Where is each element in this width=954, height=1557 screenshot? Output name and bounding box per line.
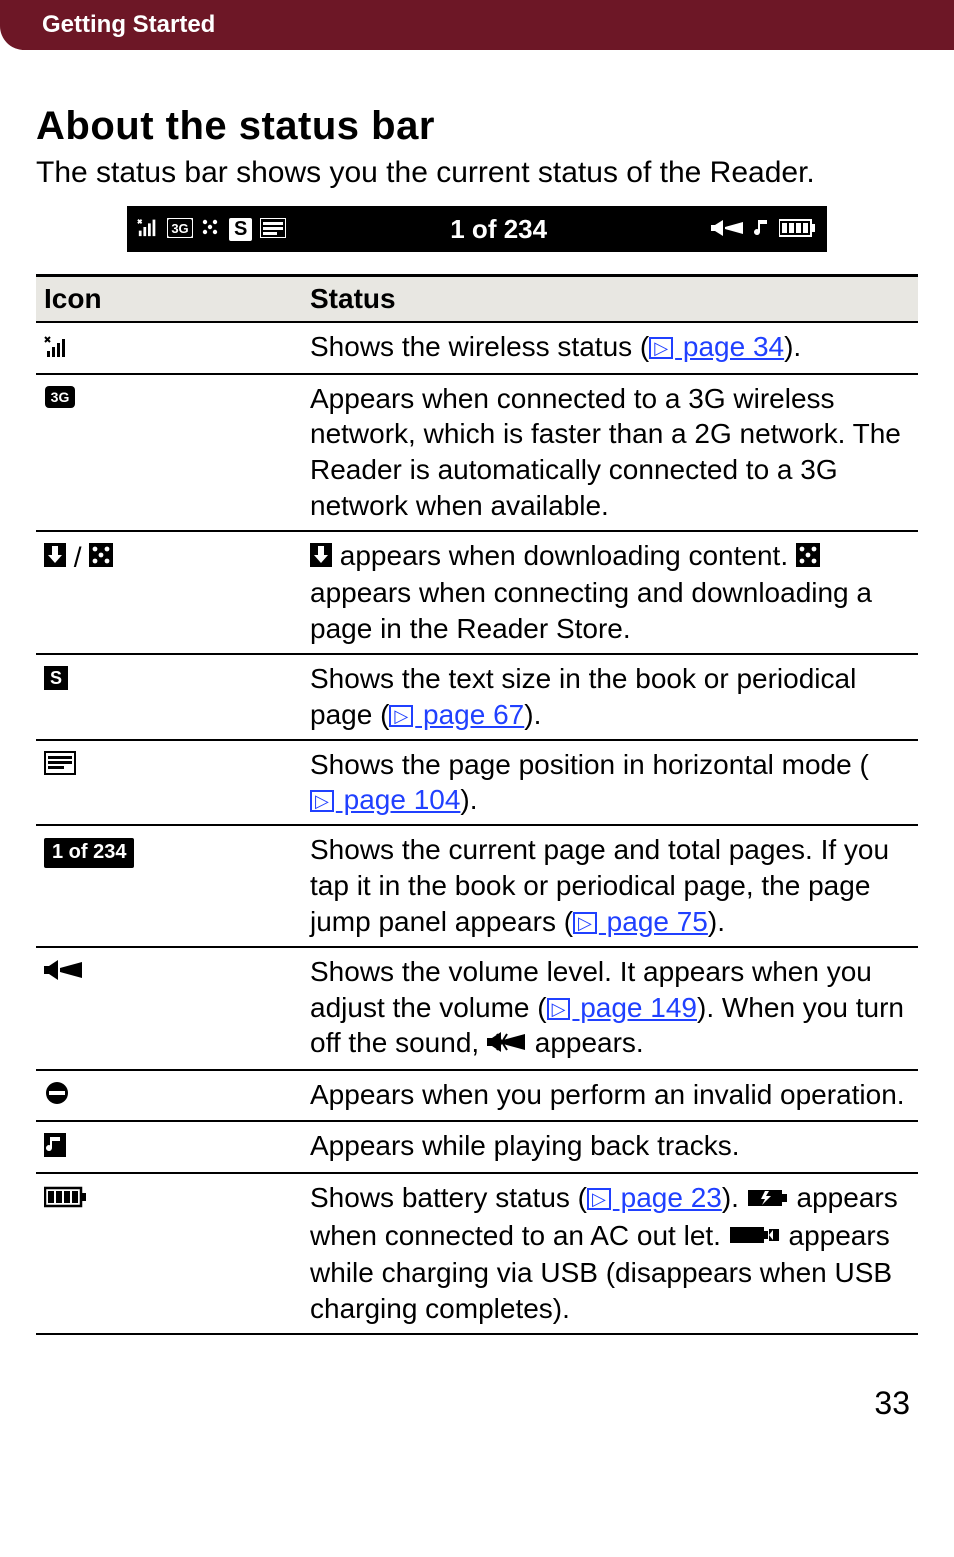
table-header-status: Status	[302, 276, 918, 323]
music-note-icon	[753, 214, 771, 245]
status-cell: Shows the page position in horizontal mo…	[302, 740, 918, 826]
table-row: Appears when you perform an invalid oper…	[36, 1070, 918, 1122]
download-dots-icon	[89, 540, 113, 576]
reference-icon: ▷	[389, 705, 413, 727]
icon-cell	[36, 1070, 302, 1122]
text-size-icon: S	[229, 218, 252, 241]
icon-cell: 1 of 234	[36, 825, 302, 946]
invalid-operation-icon	[44, 1079, 70, 1115]
icon-cell	[36, 947, 302, 1070]
volume-icon	[44, 955, 84, 991]
page-position-icon	[260, 214, 286, 245]
icon-cell: S	[36, 654, 302, 740]
status-cell: Shows the text size in the book or perio…	[302, 654, 918, 740]
icon-cell: /	[36, 531, 302, 654]
page-title: About the status bar	[36, 104, 918, 149]
page-reference-link[interactable]: ▷ page 23	[587, 1182, 722, 1213]
battery-usb-icon	[729, 1219, 781, 1255]
svg-text:3G: 3G	[51, 389, 70, 405]
table-row: Shows the volume level. It appears when …	[36, 947, 918, 1070]
table-row: Appears while playing back tracks.	[36, 1121, 918, 1173]
page-indicator-pill: 1 of 234	[44, 838, 134, 868]
wireless-signal-icon	[44, 331, 72, 367]
status-cell: Shows battery status (▷ page 23). appear…	[302, 1173, 918, 1334]
svg-text:3G: 3G	[171, 221, 188, 236]
3g-network-icon: 3G	[167, 214, 193, 245]
battery-icon	[44, 1182, 88, 1218]
battery-ac-icon	[747, 1182, 789, 1218]
page-reference-link[interactable]: ▷ page 67	[389, 699, 524, 730]
table-row: 3G Appears when connected to a 3G wireles…	[36, 374, 918, 531]
table-row: Shows battery status (▷ page 23). appear…	[36, 1173, 918, 1334]
reference-icon: ▷	[649, 337, 673, 359]
statusbar-right-cluster	[711, 214, 817, 245]
page-content: About the status bar The status bar show…	[0, 50, 954, 1335]
wireless-signal-icon	[137, 214, 159, 245]
header-tab-label: Getting Started	[42, 11, 215, 39]
status-cell: Appears when you perform an invalid oper…	[302, 1070, 918, 1122]
icon-cell: 3G	[36, 374, 302, 531]
page-reference-link[interactable]: ▷ page 75	[573, 906, 708, 937]
status-cell: Appears while playing back tracks.	[302, 1121, 918, 1173]
header-bar: Getting Started	[0, 0, 954, 50]
icon-cell	[36, 1121, 302, 1173]
reference-icon: ▷	[587, 1188, 611, 1210]
table-row: S Shows the text size in the book or peri…	[36, 654, 918, 740]
icon-cell	[36, 740, 302, 826]
battery-icon	[779, 214, 817, 245]
table-header-icon: Icon	[36, 276, 302, 323]
reference-icon: ▷	[573, 912, 597, 934]
statusbar-left-cluster: 3G S	[137, 214, 286, 245]
table-row: / appears when downloading content. appe…	[36, 531, 918, 654]
page-reference-link[interactable]: ▷ page 34	[649, 331, 784, 362]
table-row: 1 of 234 Shows the current page and total…	[36, 825, 918, 946]
page-reference-link[interactable]: ▷ page 149	[547, 992, 697, 1023]
download-arrow-icon	[44, 540, 66, 576]
table-row: Shows the page position in horizontal mo…	[36, 740, 918, 826]
reference-icon: ▷	[547, 998, 571, 1020]
page-reference-link[interactable]: ▷ page 104	[310, 784, 460, 815]
svg-text:S: S	[50, 668, 62, 688]
reference-icon: ▷	[310, 790, 334, 812]
download-dots-icon	[201, 214, 221, 245]
statusbar-page-indicator: 1 of 234	[294, 214, 703, 245]
download-dots-icon	[796, 540, 820, 576]
statusbar-illustration: 3G S 1 of 234	[127, 206, 827, 252]
download-arrow-icon	[310, 540, 332, 576]
icon-cell	[36, 1173, 302, 1334]
volume-icon	[711, 214, 745, 245]
page-position-icon	[44, 748, 76, 784]
page-number: 33	[0, 1335, 954, 1462]
status-cell: appears when downloading content. appear…	[302, 531, 918, 654]
status-cell: Shows the volume level. It appears when …	[302, 947, 918, 1070]
table-row: Shows the wireless status (▷ page 34).	[36, 322, 918, 374]
status-cell: Shows the wireless status (▷ page 34).	[302, 322, 918, 374]
status-cell: Shows the current page and total pages. …	[302, 825, 918, 946]
3g-network-icon: 3G	[44, 382, 76, 418]
mute-icon	[487, 1027, 527, 1063]
text-size-icon: S	[44, 663, 68, 699]
music-note-icon	[44, 1130, 66, 1166]
intro-text: The status bar shows you the current sta…	[36, 153, 918, 192]
status-cell: Appears when connected to a 3G wireless …	[302, 374, 918, 531]
icon-status-table: Icon Status Shows the wireless status (▷…	[36, 274, 918, 1335]
header-tab: Getting Started	[22, 0, 235, 50]
icon-cell	[36, 322, 302, 374]
